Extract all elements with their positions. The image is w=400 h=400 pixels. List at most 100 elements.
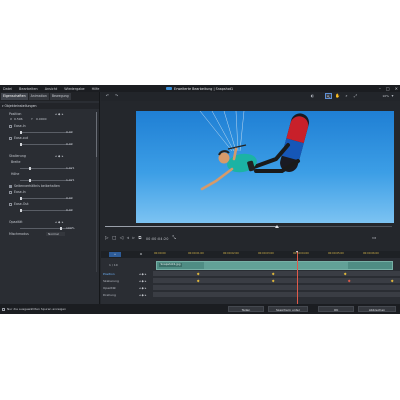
blend-row: Mischmodus Normal (0, 231, 99, 237)
select-icon[interactable]: ↖ (325, 93, 332, 99)
prev-keyframe-icon[interactable]: ◁ (120, 236, 123, 242)
tab-properties[interactable]: Eigenschaften (1, 93, 28, 100)
playhead[interactable] (297, 251, 298, 304)
scale-label: Skalierung (9, 154, 26, 158)
scale-ease-in-checkbox[interactable] (9, 190, 12, 194)
zoom-icon[interactable]: ⌕ (343, 93, 350, 99)
scale-ease-in-value: 0.00 (66, 195, 73, 200)
fit-view-icon[interactable]: ⤢ (352, 93, 359, 99)
app-logo-icon (166, 87, 172, 90)
keyframe-nav-icons[interactable]: ◂◆▸ (55, 112, 65, 116)
clip-segment (204, 262, 348, 269)
menu-view[interactable]: Ansicht (45, 87, 58, 91)
show-selected-checkbox[interactable] (2, 307, 5, 311)
keyframe[interactable] (343, 272, 347, 276)
pan-icon[interactable]: ✋ (334, 93, 341, 99)
ease-out-checkbox[interactable] (9, 136, 12, 140)
track-opacity-kf-icons[interactable]: ◂◆▸ (139, 285, 147, 292)
menu-help[interactable]: Hilfe (92, 87, 100, 91)
close-button[interactable]: ✕ (395, 85, 398, 92)
y-label: Y (31, 117, 33, 121)
track-rotation[interactable]: Drehung ◂◆▸ (101, 292, 153, 299)
timeline-settings-icon[interactable]: ⚙ (135, 252, 147, 257)
width-value: 1.021 (66, 165, 75, 170)
scale-keyframe-icons[interactable]: ◂◆▸ (55, 154, 65, 158)
keyframe[interactable] (390, 279, 394, 283)
track-position-kf-icons[interactable]: ◂◆▸ (139, 271, 147, 278)
keyframe-lane-scale[interactable] (153, 278, 400, 284)
prev-frame-icon[interactable]: ◃ (127, 236, 129, 242)
track-rotation-kf-icons[interactable]: ◂◆▸ (139, 292, 147, 299)
track-scale-label: Skalierung (103, 279, 119, 283)
stop-icon[interactable]: □ (112, 236, 116, 242)
keyframe-lane-rotation[interactable] (153, 292, 400, 298)
keyframe[interactable] (196, 279, 200, 283)
share-button[interactable]: Teilen (228, 306, 264, 312)
next-frame-icon[interactable]: ▹ (132, 236, 134, 242)
zoom-dropdown-icon[interactable]: ▾ (389, 93, 396, 99)
blend-select[interactable]: Normal (46, 232, 65, 236)
show-selected-tracks[interactable]: Nur die ausgewählten Spuren anzeigen (2, 307, 66, 311)
fullscreen-icon[interactable]: ⤡ (172, 236, 176, 242)
cancel-button[interactable]: Abbrechen (358, 306, 396, 312)
mask-icon[interactable]: ◐ (309, 93, 316, 99)
timecode: 00:00:04:20 (145, 237, 169, 241)
track-rotation-label: Drehung (103, 293, 116, 297)
opacity-value: 100% (66, 225, 75, 230)
keyframe[interactable] (271, 272, 275, 276)
menu-file[interactable]: Datei (3, 87, 12, 91)
height-label: Höhe (11, 172, 20, 176)
preview-scrubber[interactable] (105, 226, 392, 227)
keep-ratio-checkbox[interactable] (9, 184, 12, 188)
keyframe-lane-opacity[interactable] (153, 285, 400, 291)
undo-icon[interactable]: ↶ (104, 93, 111, 99)
scale-ease-in-label: Ease-In (14, 190, 26, 194)
track-scale[interactable]: Skalierung ◂◆▸ (101, 278, 153, 285)
keyframe-lane-position[interactable] (153, 271, 400, 277)
redo-icon[interactable]: ↷ (113, 93, 120, 99)
minimize-button[interactable]: – (379, 85, 381, 92)
track-scale-kf-icons[interactable]: ◂◆▸ (139, 278, 147, 285)
pos-ease-out-slider[interactable]: 0.00 (20, 141, 76, 147)
ease-out-label: Ease-out (14, 136, 29, 140)
ease-in-checkbox[interactable] (9, 124, 12, 128)
scale-ease-out-checkbox[interactable] (9, 202, 12, 206)
keyframe-selected[interactable] (347, 279, 351, 283)
track-opacity[interactable]: Opazität ◂◆▸ (101, 285, 153, 292)
play-icon[interactable]: ▷ (105, 236, 108, 242)
ruler-tick: 00:00:01:00 (188, 251, 204, 255)
aspect-icon[interactable]: ▭ (372, 236, 376, 241)
save-as-button[interactable]: Speichern unter (268, 306, 308, 312)
panel-scrollbar-thumb[interactable] (95, 112, 97, 157)
kitesurfer-photo (136, 111, 394, 223)
window-title-area: Erweiterte Bearbeitung | Snapshot1 (166, 85, 233, 92)
timeline-ruler[interactable]: 00:00:00 00:00:01:00 00:00:02:00 00:00:0… (153, 251, 400, 258)
timeline-clip[interactable]: Snapshot1.jpg (156, 261, 393, 270)
y-value[interactable]: 0.0000 (36, 117, 47, 121)
ok-button[interactable]: OK (318, 306, 354, 312)
menu-playback[interactable]: Wiedergabe (64, 87, 84, 91)
ease-in-label: Ease-In (14, 124, 26, 128)
keyframe[interactable] (271, 279, 275, 283)
scale-ease-out-label: Ease-Out (14, 202, 29, 206)
zoom-level[interactable]: 10% (382, 93, 389, 99)
object-settings-group[interactable]: ▾ Objekteinstellungen (0, 103, 99, 109)
playhead-handle[interactable] (295, 251, 298, 253)
tab-animation[interactable]: Animation (28, 93, 49, 100)
opacity-label: Opazität (9, 220, 23, 224)
panel-tabs: Eigenschaften Animation Bewegung (0, 92, 99, 101)
track-position[interactable]: Position ◂◆▸ (101, 271, 153, 278)
add-keyframe-button[interactable]: + (109, 252, 121, 257)
maximize-button[interactable]: □ (386, 85, 390, 92)
tab-motion[interactable]: Bewegung (49, 93, 71, 100)
x-value[interactable]: 0.596 (14, 117, 23, 121)
ruler-tick: 00:00:00 (154, 251, 166, 255)
pos-ease-in-value: 0.00 (66, 129, 73, 134)
menu-edit[interactable]: Bearbeiten (19, 87, 38, 91)
opacity-keyframe-icons[interactable]: ◂◆▸ (55, 220, 65, 224)
snapshot-icon[interactable]: ⧉ (138, 236, 141, 242)
keep-ratio-label: Seitenverhältnis beibehalten (14, 184, 60, 188)
keyframe[interactable] (196, 272, 200, 276)
scale-ease-out-slider[interactable]: 0.00 (20, 207, 76, 213)
scrubber-thumb[interactable] (275, 225, 279, 228)
